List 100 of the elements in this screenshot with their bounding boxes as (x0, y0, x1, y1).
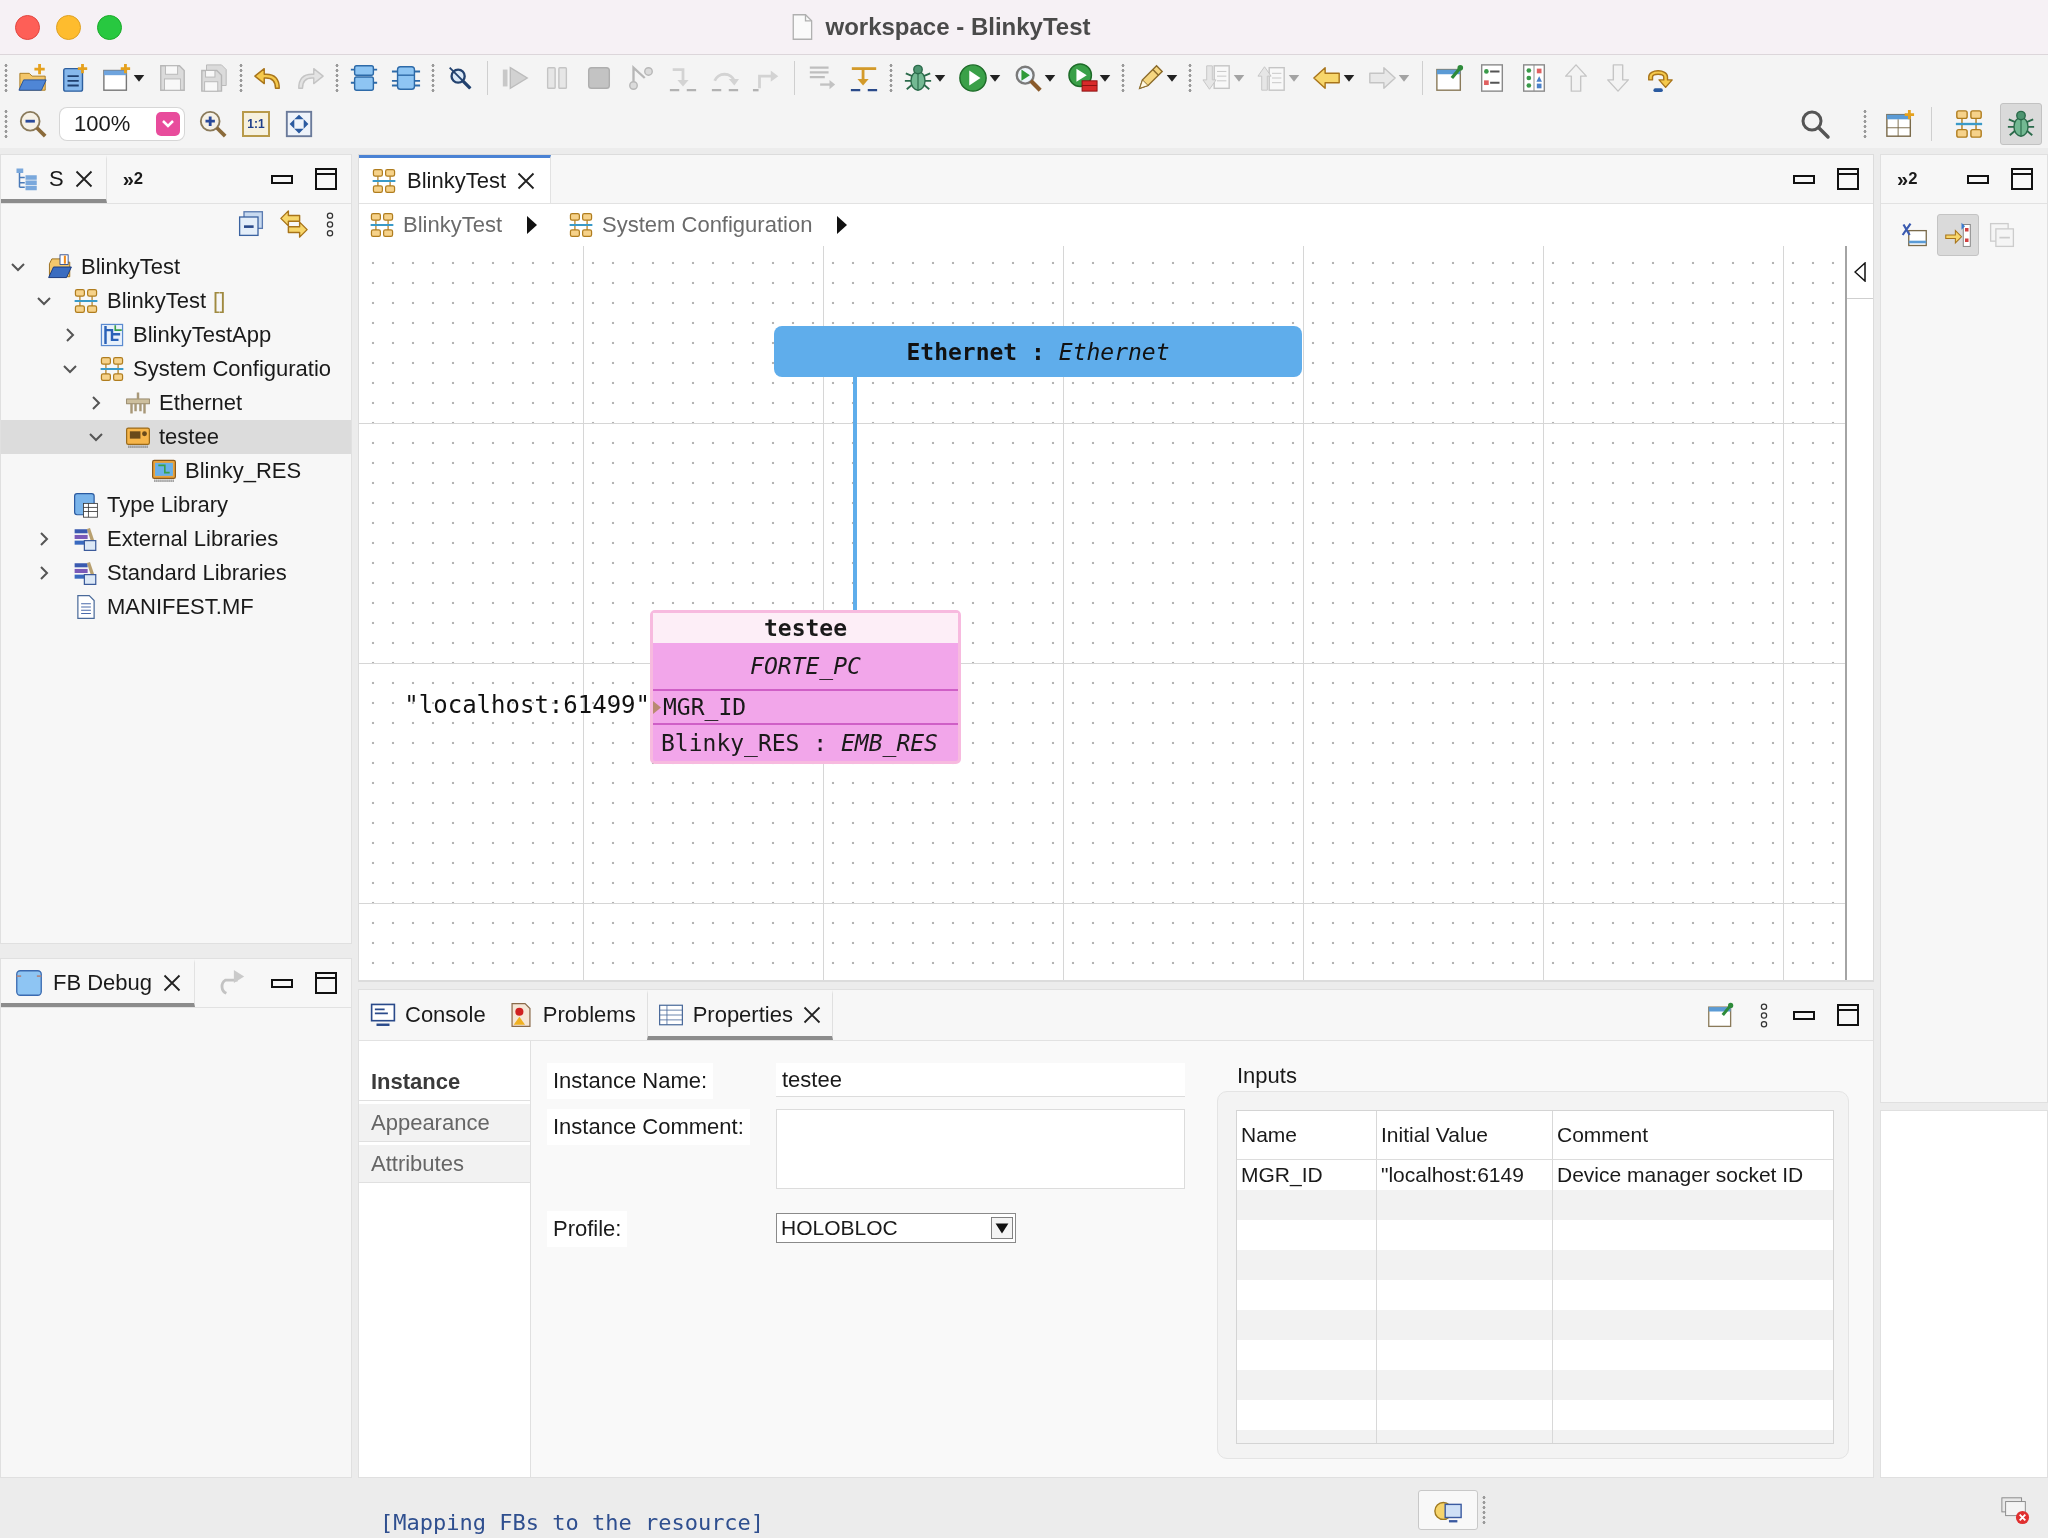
field-label: Profile: (547, 1211, 628, 1247)
parameter-name: MGR_ID (663, 694, 747, 720)
minimize-icon[interactable] (271, 978, 293, 988)
view-tab[interactable]: S (1, 155, 107, 203)
tree-item[interactable]: testee (1, 420, 351, 454)
arrow-into-list-icon[interactable] (1937, 214, 1979, 256)
group-title: Inputs (1237, 1063, 1298, 1089)
maximize-icon[interactable] (315, 168, 337, 190)
toolbar-grip[interactable] (4, 62, 8, 93)
bug-icon[interactable] (2000, 103, 2042, 145)
minimize-icon[interactable] (1967, 174, 1989, 184)
tree-item[interactable]: BlinkyTest (1, 250, 351, 284)
background-tasks-button[interactable] (1418, 1490, 1478, 1530)
triangle-left-icon[interactable] (1854, 262, 1866, 282)
open-perspective-icon[interactable] (1885, 109, 1915, 139)
column-header[interactable]: Name (1237, 1111, 1377, 1159)
window-title: workspace - BlinkyTest (825, 13, 1091, 41)
tree-item[interactable]: System Configuratio (1, 352, 351, 386)
window-frame-icon (15, 969, 43, 997)
toolbar-grip[interactable] (1482, 1495, 1486, 1525)
chevron-down-icon[interactable] (156, 112, 180, 136)
close-icon[interactable] (162, 973, 183, 993)
toolbar-grip[interactable] (1188, 62, 1192, 93)
breadcrumb-item[interactable]: BlinkyTest (369, 212, 503, 238)
minimize-icon[interactable] (1793, 174, 1815, 184)
field-label: Instance Name: (547, 1063, 714, 1099)
instance-name-field[interactable]: testee (776, 1063, 1185, 1097)
toolbar-grip[interactable] (4, 109, 8, 139)
device-name: testee (653, 613, 958, 643)
fit-to-screen-icon[interactable] (284, 109, 314, 139)
circuit-board-icon (125, 424, 151, 450)
play-icon[interactable] (958, 62, 988, 93)
play-toolbox-icon[interactable] (1068, 62, 1098, 93)
window-plus-icon[interactable] (102, 62, 132, 93)
table-cell-text: Device manager socket ID (1556, 1162, 1805, 1188)
maximize-icon[interactable] (1837, 168, 1859, 190)
tree-outline-icon (15, 167, 39, 191)
zoom-combo[interactable]: 100% (60, 108, 184, 140)
toolbar-grip[interactable] (1863, 109, 1867, 139)
zoom-out-icon[interactable] (18, 109, 48, 139)
toolbar-grip[interactable] (1121, 62, 1125, 93)
triangle-right-icon[interactable] (526, 215, 539, 235)
document-plus-icon[interactable] (60, 62, 90, 93)
status-message: [Mapping FBs to the resource] (380, 1510, 765, 1536)
toolbar-grip[interactable] (889, 62, 893, 93)
toolbar-grip[interactable] (239, 62, 243, 93)
function-block-icon[interactable] (349, 62, 379, 93)
tree-item[interactable]: Ethernet (1, 386, 351, 420)
zoom-in-icon[interactable] (198, 109, 228, 139)
toolbar-grip[interactable] (335, 62, 339, 93)
bus-bar-icon (125, 390, 151, 416)
board-screen-icon (151, 458, 177, 484)
editor-tab[interactable]: BlinkyTest (359, 155, 552, 203)
folder-plus-icon[interactable] (18, 62, 48, 93)
pin-marker-icon (653, 700, 661, 714)
device-type: FORTE_PC (653, 643, 958, 691)
network-icon (568, 212, 595, 238)
minimize-icon[interactable] (271, 174, 293, 184)
maximize-icon[interactable] (2011, 168, 2033, 190)
view-tab[interactable]: Problems (496, 990, 647, 1040)
column-header[interactable]: Initial Value (1377, 1111, 1553, 1159)
view-tab[interactable]: FB Debug (1, 959, 196, 1007)
tree-item[interactable]: External Libraries (1, 522, 351, 556)
instance-comment-field[interactable] (776, 1109, 1185, 1189)
toolbar-grip[interactable] (431, 62, 435, 93)
tree-item[interactable]: Standard Libraries (1, 556, 351, 590)
maximize-icon[interactable] (315, 972, 337, 994)
network-icon (73, 288, 99, 314)
close-icon[interactable] (801, 1005, 822, 1025)
project-folder-icon (47, 254, 73, 280)
close-icon[interactable] (73, 169, 94, 189)
tree-item[interactable]: BlinkyTestApp (1, 318, 351, 352)
library-books-icon (73, 526, 99, 552)
properties-table-icon (657, 1002, 684, 1028)
triangle-right-icon[interactable] (836, 215, 849, 235)
window-pin-icon[interactable] (1707, 1001, 1735, 1029)
breadcrumb-item[interactable]: System Configuration (568, 212, 813, 238)
minimize-icon[interactable] (1793, 1010, 1815, 1020)
close-icon[interactable] (516, 170, 537, 191)
collapse-all-icon[interactable] (237, 210, 265, 238)
maximize-icon[interactable] (1837, 1004, 1859, 1026)
search-icon[interactable] (1799, 108, 1831, 140)
section-tab[interactable]: Appearance (359, 1104, 530, 1142)
actual-size-button[interactable]: 1:1 (242, 111, 270, 137)
profile-dropdown[interactable]: HOLOBLOC (776, 1213, 1016, 1243)
type-library-icon (73, 492, 99, 518)
tree-item[interactable]: Blinky_RES (1, 454, 351, 488)
view-tab[interactable]: Console (359, 990, 497, 1040)
tree-item[interactable]: Type Library (1, 488, 351, 522)
section-tab[interactable]: Attributes (359, 1145, 530, 1183)
notifications-icon[interactable] (2000, 1495, 2030, 1525)
tree-item[interactable]: MANIFEST.MF (1, 590, 351, 624)
swap-arrows-icon[interactable] (279, 209, 309, 239)
bug-icon[interactable] (903, 62, 933, 93)
resource-label: Blinky_RES : EMB_RES (660, 729, 939, 759)
close-window-button[interactable] (15, 14, 40, 40)
column-header[interactable]: Comment (1553, 1111, 1833, 1159)
tree-item[interactable]: BlinkyTest [] (1, 284, 351, 318)
window-pin-icon[interactable] (1435, 62, 1465, 93)
network-icon (99, 356, 125, 382)
